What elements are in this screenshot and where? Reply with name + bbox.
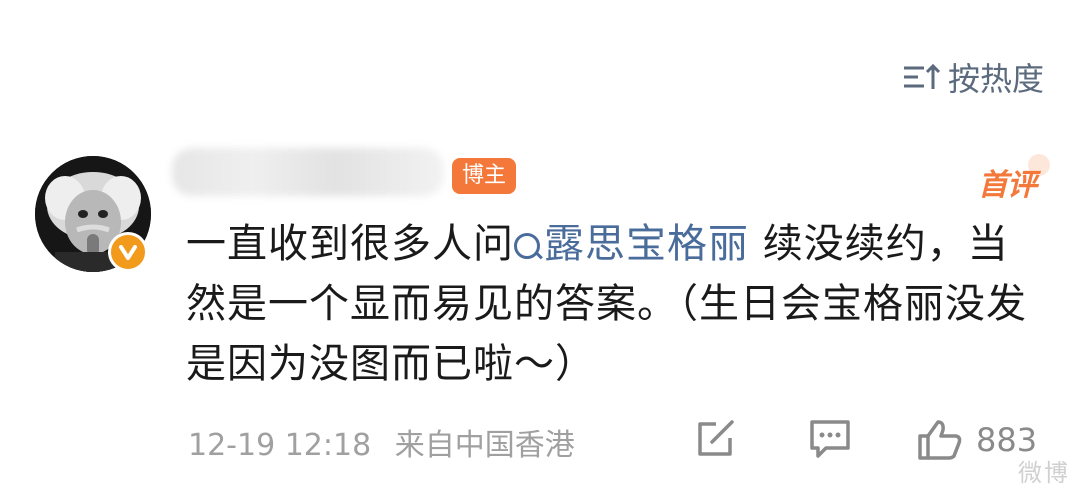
sort-icon xyxy=(903,63,941,89)
comment-body: 一直收到很多人问 露思宝格丽 续没续约，当然是一个显而易见的答案。（生日会宝格丽没… xyxy=(186,214,1046,394)
first-comment-badge: 首评 xyxy=(978,154,1050,204)
reply-button[interactable] xyxy=(808,418,852,464)
author-badge: 博主 xyxy=(452,158,517,194)
comment-icon xyxy=(810,420,850,458)
sort-label: 按热度 xyxy=(947,60,1044,98)
search-icon xyxy=(514,233,540,259)
watermark: 微博 xyxy=(1018,459,1070,487)
comment-meta: 12-19 12:18 来自中国香港 xyxy=(188,420,575,464)
username-blurred[interactable] xyxy=(172,148,444,196)
topic-link[interactable]: 露思宝格丽 xyxy=(514,221,749,267)
thumbs-up-icon xyxy=(918,420,962,460)
comment-location: 来自中国香港 xyxy=(394,428,575,463)
comment-screen: 按热度 博主 首评 一直收到很多人问露思宝格丽 续没续约，当然是一个显而易见的答… xyxy=(0,0,1080,494)
comment-text-before: 一直收到很多人问 xyxy=(186,221,514,267)
topic-label: 露思宝格丽 xyxy=(544,221,749,267)
verified-badge-icon xyxy=(108,232,148,272)
comment-date: 12-19 12:18 xyxy=(188,428,372,463)
share-icon xyxy=(698,420,734,456)
sort-by-heat-button[interactable]: 按热度 xyxy=(902,54,1044,100)
share-button[interactable] xyxy=(694,418,738,462)
